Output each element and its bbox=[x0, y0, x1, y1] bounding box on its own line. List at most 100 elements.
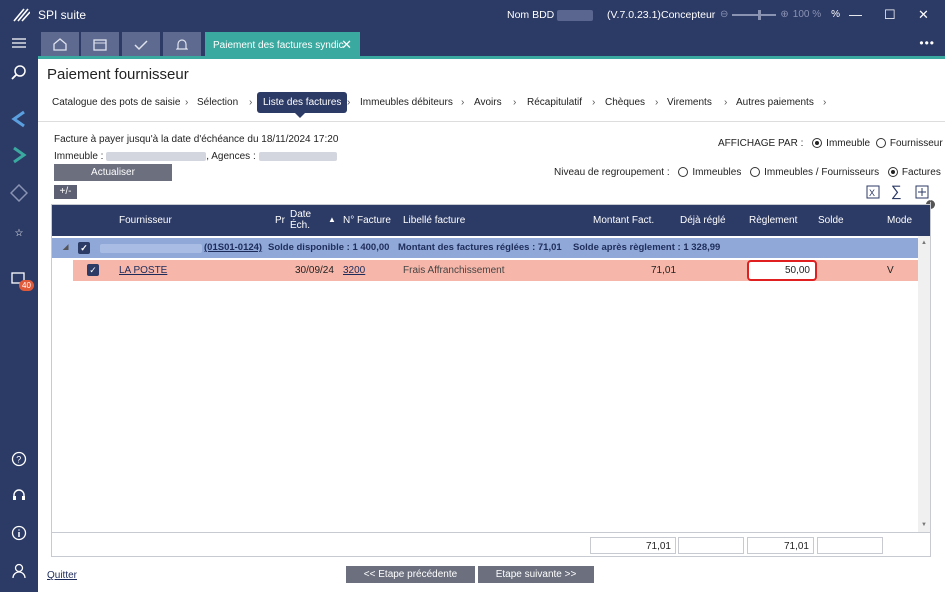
collapse-icon[interactable]: ◢ bbox=[63, 243, 68, 251]
bell-tab-icon[interactable] bbox=[163, 32, 201, 57]
star-icon[interactable]: ☆ bbox=[0, 220, 38, 246]
col-no-facture[interactable]: N° Facture bbox=[343, 215, 391, 226]
radio-fournisseur[interactable] bbox=[875, 138, 886, 149]
add-icon[interactable] bbox=[915, 185, 929, 199]
quitter-link[interactable]: Quitter bbox=[47, 570, 77, 581]
radio-immeubles-fournisseurs[interactable] bbox=[750, 167, 761, 178]
col-deja-regle[interactable]: Déjà réglé bbox=[680, 215, 726, 226]
radio-immeubles-fournisseurs-label: Immeubles / Fournisseurs bbox=[764, 167, 880, 178]
zoom-in-icon[interactable]: ⊕ bbox=[780, 9, 788, 20]
expand-collapse-button[interactable]: +/- bbox=[54, 185, 77, 199]
zoom-slider[interactable] bbox=[732, 9, 777, 20]
row-facture[interactable]: 3200 bbox=[343, 265, 365, 276]
col-montant[interactable]: Montant Fact. bbox=[593, 215, 654, 226]
col-mode[interactable]: Mode bbox=[887, 215, 912, 226]
chevron-right-icon: › bbox=[513, 97, 517, 108]
chevron-right-icon: › bbox=[347, 97, 351, 108]
bdd-label: Nom BDD : bbox=[507, 9, 561, 21]
chevron-right-icon: › bbox=[823, 97, 827, 108]
tasks-icon[interactable]: 40 bbox=[0, 266, 38, 292]
svg-text:X: X bbox=[869, 188, 875, 198]
radio-factures-label: Factures bbox=[901, 167, 941, 178]
immeuble-label: Immeuble : bbox=[54, 151, 104, 162]
step-cheques[interactable]: Chèques bbox=[605, 97, 645, 108]
step-liste-factures[interactable]: Liste des factures bbox=[257, 92, 348, 118]
diamond-icon[interactable] bbox=[0, 180, 38, 206]
vertical-scrollbar[interactable]: ▲ ▼ bbox=[918, 236, 930, 532]
row-montant: 71,01 bbox=[651, 265, 677, 276]
group-row[interactable]: ◢ ✓ (01S01-0124) Solde disponible : 1 40… bbox=[52, 238, 918, 258]
version-label: (V.7.0.23.1) bbox=[607, 9, 661, 21]
group-code[interactable]: (01S01-0124) bbox=[204, 242, 262, 253]
menu-icon[interactable] bbox=[0, 30, 38, 56]
sidebar: ☆ 40 ? bbox=[0, 30, 38, 592]
check-tab-icon[interactable] bbox=[122, 32, 160, 57]
step-recapitulatif[interactable]: Récapitulatif bbox=[527, 97, 582, 108]
calendar-tab-icon[interactable] bbox=[81, 32, 119, 57]
tab-title: Paiement des factures syndic bbox=[213, 40, 344, 51]
reglement-input[interactable]: 50,00 bbox=[747, 260, 817, 281]
radio-immeubles[interactable] bbox=[678, 167, 689, 178]
radio-fournisseur-label: Fournisseur bbox=[889, 138, 943, 149]
page-title: Paiement fournisseur bbox=[47, 66, 189, 83]
minimize-icon[interactable]: — bbox=[849, 7, 862, 22]
facture-info: Facture à payer jusqu'à la date d'échéan… bbox=[54, 134, 339, 145]
search-icon[interactable] bbox=[0, 60, 38, 86]
col-libelle[interactable]: Libellé facture bbox=[403, 215, 465, 226]
app-title: SPI suite bbox=[38, 8, 87, 22]
maximize-icon[interactable]: ☐ bbox=[884, 7, 896, 23]
col-date-ech[interactable]: Date Éch. bbox=[290, 209, 314, 231]
table-row[interactable]: ✓ LA POSTE 30/09/24 3200 Frais Affranchi… bbox=[73, 260, 918, 281]
title-bar: SPI suite Nom BDD : (V.7.0.23.1) Concept… bbox=[0, 0, 945, 30]
row-checkbox[interactable]: ✓ bbox=[87, 264, 99, 276]
info-icon[interactable] bbox=[0, 520, 38, 546]
col-pr[interactable]: Pr bbox=[275, 215, 285, 226]
col-fournisseur[interactable]: Fournisseur bbox=[119, 215, 172, 226]
col-solde[interactable]: Solde bbox=[818, 215, 844, 226]
home-tab-icon[interactable] bbox=[41, 32, 79, 57]
chevron-right-icon[interactable] bbox=[0, 142, 38, 168]
prev-step-button[interactable]: << Etape précédente bbox=[346, 566, 475, 583]
regroupement-label: Niveau de regroupement : bbox=[554, 167, 670, 178]
actualiser-button[interactable]: Actualiser bbox=[54, 164, 172, 181]
tab-paiement-factures[interactable]: Paiement des factures syndic ✕ bbox=[205, 32, 360, 57]
zoom-control[interactable]: ⊖ ⊕ 100 %% bbox=[720, 9, 840, 20]
total-montant: 71,01 bbox=[590, 537, 676, 554]
headset-icon[interactable] bbox=[0, 482, 38, 508]
group-name-redacted bbox=[100, 244, 202, 253]
sum-icon[interactable]: ∑ bbox=[891, 183, 902, 200]
scroll-up-icon[interactable]: ▲ bbox=[921, 240, 927, 246]
step-virements[interactable]: Virements bbox=[667, 97, 712, 108]
percent-icon[interactable]: % bbox=[831, 9, 840, 20]
next-step-button[interactable]: Etape suivante >> bbox=[478, 566, 594, 583]
radio-factures[interactable] bbox=[887, 167, 898, 178]
close-window-icon[interactable]: ✕ bbox=[918, 7, 929, 23]
row-libelle: Frais Affranchissement bbox=[403, 265, 505, 276]
radio-immeubles-label: Immeubles bbox=[692, 167, 742, 178]
tasks-badge: 40 bbox=[19, 280, 34, 291]
total-reglement: 71,01 bbox=[747, 537, 814, 554]
excel-export-icon[interactable]: X bbox=[866, 185, 880, 199]
zoom-out-icon[interactable]: ⊖ bbox=[720, 9, 728, 20]
user-icon[interactable] bbox=[0, 558, 38, 584]
group-checkbox[interactable]: ✓ bbox=[78, 242, 90, 254]
more-options-icon[interactable]: ••• bbox=[919, 36, 935, 50]
close-tab-icon[interactable]: ✕ bbox=[341, 37, 352, 53]
sort-asc-icon: ▲ bbox=[328, 215, 336, 224]
step-autres-paiements[interactable]: Autres paiements bbox=[736, 97, 814, 108]
step-catalogue[interactable]: Catalogue des pots de saisie bbox=[52, 97, 180, 108]
scroll-down-icon[interactable]: ▼ bbox=[921, 522, 927, 528]
step-selection[interactable]: Sélection bbox=[197, 97, 238, 108]
regroupement-group: Niveau de regroupement : Immeubles Immeu… bbox=[554, 167, 941, 178]
row-fournisseur[interactable]: LA POSTE bbox=[119, 265, 167, 276]
wizard-steps: Catalogue des pots de saisie › Sélection… bbox=[38, 90, 945, 118]
chevron-right-icon: › bbox=[185, 97, 189, 108]
app-logo-icon bbox=[13, 8, 30, 22]
help-icon[interactable]: ? bbox=[0, 446, 38, 472]
steps-divider bbox=[38, 121, 945, 122]
step-immeubles-debiteurs[interactable]: Immeubles débiteurs bbox=[360, 97, 453, 108]
chevron-left-icon[interactable] bbox=[0, 106, 38, 132]
radio-immeuble[interactable] bbox=[812, 138, 823, 149]
step-avoirs[interactable]: Avoirs bbox=[474, 97, 502, 108]
col-reglement[interactable]: Règlement bbox=[749, 215, 797, 226]
